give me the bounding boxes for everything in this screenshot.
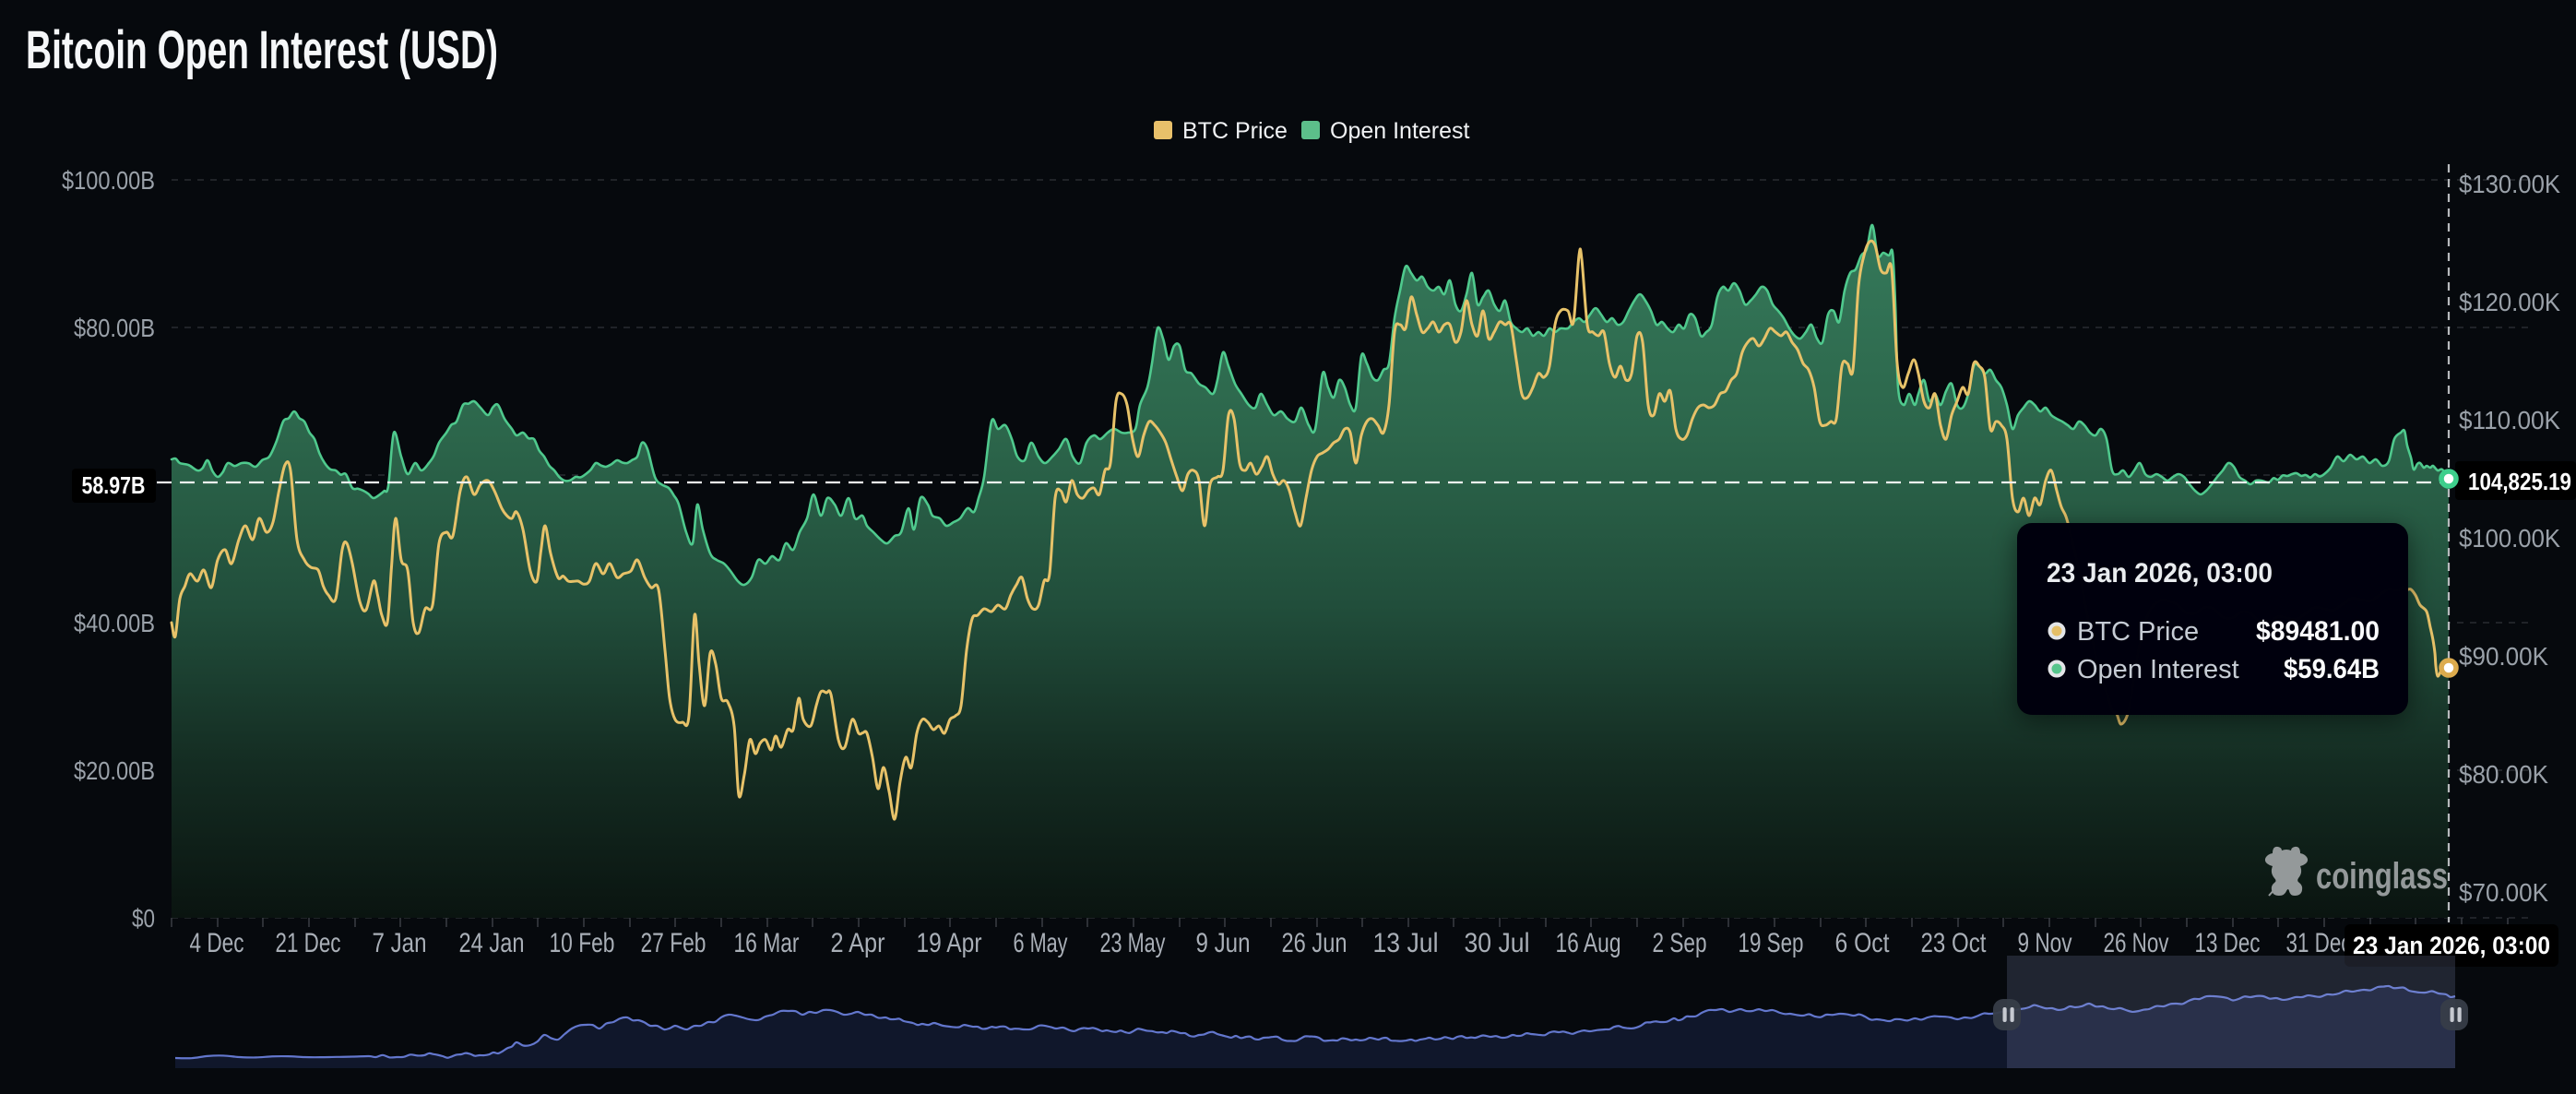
svg-text:58.97B: 58.97B bbox=[82, 471, 146, 499]
svg-text:16 Aug: 16 Aug bbox=[1556, 928, 1621, 958]
svg-text:6 May: 6 May bbox=[1014, 928, 1068, 958]
svg-text:24 Jan: 24 Jan bbox=[459, 928, 525, 958]
svg-text:21 Dec: 21 Dec bbox=[276, 928, 341, 958]
svg-text:26 Jun: 26 Jun bbox=[1282, 928, 1347, 958]
svg-text:$80.00B: $80.00B bbox=[74, 314, 155, 342]
svg-text:$0: $0 bbox=[132, 904, 155, 933]
svg-text:BTC Price: BTC Price bbox=[1182, 118, 1288, 144]
svg-text:$59.64B: $59.64B bbox=[2284, 654, 2380, 684]
svg-text:$80.00K: $80.00K bbox=[2459, 760, 2548, 789]
svg-text:26 Nov: 26 Nov bbox=[2104, 928, 2169, 958]
svg-text:104,825.19: 104,825.19 bbox=[2468, 468, 2571, 495]
svg-text:19 Sep: 19 Sep bbox=[1739, 928, 1804, 958]
svg-text:16 Mar: 16 Mar bbox=[734, 928, 800, 958]
svg-text:2 Apr: 2 Apr bbox=[831, 928, 885, 958]
svg-text:23 Jan 2026, 03:00: 23 Jan 2026, 03:00 bbox=[2353, 932, 2550, 959]
svg-text:13 Dec: 13 Dec bbox=[2195, 928, 2261, 958]
svg-text:coinglass: coinglass bbox=[2316, 856, 2448, 897]
svg-text:19 Apr: 19 Apr bbox=[917, 928, 982, 958]
svg-text:23 Jan 2026, 03:00: 23 Jan 2026, 03:00 bbox=[2047, 558, 2273, 589]
svg-text:Open Interest: Open Interest bbox=[1330, 118, 1470, 144]
svg-text:$120.00K: $120.00K bbox=[2459, 288, 2560, 316]
svg-text:23 May: 23 May bbox=[1100, 928, 1166, 958]
svg-text:10 Feb: 10 Feb bbox=[550, 928, 615, 958]
svg-text:$130.00K: $130.00K bbox=[2459, 170, 2560, 198]
svg-text:23 Oct: 23 Oct bbox=[1921, 928, 1988, 958]
svg-text:30 Jul: 30 Jul bbox=[1465, 928, 1530, 958]
svg-text:$40.00B: $40.00B bbox=[74, 609, 155, 637]
svg-text:BTC Price: BTC Price bbox=[2077, 617, 2199, 647]
svg-text:13 Jul: 13 Jul bbox=[1373, 928, 1439, 958]
svg-text:31 Dec: 31 Dec bbox=[2286, 928, 2352, 958]
svg-text:9 Nov: 9 Nov bbox=[2018, 928, 2072, 958]
svg-text:$100.00K: $100.00K bbox=[2459, 524, 2560, 553]
svg-text:9 Jun: 9 Jun bbox=[1196, 928, 1251, 958]
svg-text:$89481.00: $89481.00 bbox=[2256, 616, 2380, 647]
svg-text:4 Dec: 4 Dec bbox=[190, 928, 244, 958]
svg-text:7 Jan: 7 Jan bbox=[373, 928, 427, 958]
svg-text:$70.00K: $70.00K bbox=[2459, 878, 2548, 907]
svg-text:6 Oct: 6 Oct bbox=[1835, 928, 1891, 958]
svg-text:Open Interest: Open Interest bbox=[2077, 655, 2239, 684]
svg-text:$90.00K: $90.00K bbox=[2459, 642, 2548, 671]
svg-text:$110.00K: $110.00K bbox=[2459, 406, 2560, 434]
svg-text:Bitcoin Open Interest (USD): Bitcoin Open Interest (USD) bbox=[26, 20, 498, 80]
svg-text:2 Sep: 2 Sep bbox=[1653, 928, 1707, 958]
svg-text:27 Feb: 27 Feb bbox=[641, 928, 706, 958]
svg-text:$100.00B: $100.00B bbox=[62, 166, 155, 195]
svg-text:$20.00B: $20.00B bbox=[74, 756, 155, 785]
